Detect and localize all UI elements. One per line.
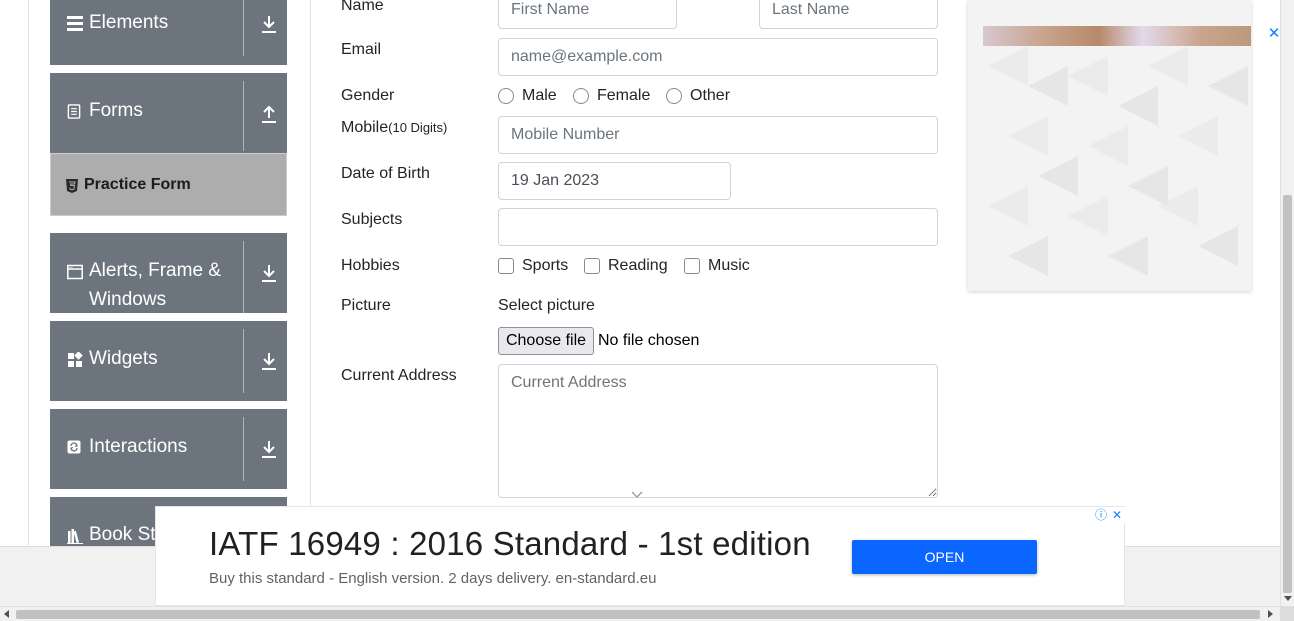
books-icon <box>67 529 83 544</box>
scrollbar-thumb[interactable] <box>1283 195 1292 593</box>
list-icon <box>67 16 83 31</box>
download-arrow-icon <box>262 265 276 282</box>
content-divider <box>310 0 311 506</box>
subjects-input[interactable] <box>498 208 938 246</box>
radio-label: Female <box>597 87 651 104</box>
sidebar-group-label: Elements <box>89 12 169 33</box>
sidebar-group-alerts-frame-windows[interactable]: Alerts, Frame & Windows <box>50 233 287 313</box>
sidebar-group-interactions[interactable]: Interactions <box>50 409 287 489</box>
horizontal-scrollbar[interactable] <box>0 606 1280 621</box>
dob-label: Date of Birth <box>341 165 430 182</box>
gender-radio-other[interactable]: Other <box>666 85 730 107</box>
vertical-scrollbar[interactable] <box>1280 0 1294 606</box>
info-icon[interactable]: ⓘ <box>1093 507 1109 523</box>
sidebar-group-label: Widgets <box>89 348 158 369</box>
interactions-icon <box>67 440 81 454</box>
ad-open-button[interactable]: OPEN <box>852 540 1037 574</box>
subjects-label: Subjects <box>341 211 403 228</box>
radio-label: Other <box>690 87 731 104</box>
gender-label: Gender <box>341 87 395 104</box>
scroll-down-arrow-icon[interactable] <box>1284 596 1292 601</box>
download-arrow-icon <box>262 16 276 33</box>
download-arrow-icon <box>262 353 276 370</box>
chevron-down-icon <box>631 491 643 498</box>
ad-pattern <box>988 46 1248 276</box>
hobby-checkbox-music[interactable]: Music <box>684 255 750 277</box>
divider <box>243 417 244 481</box>
mobile-hint: (10 Digits) <box>388 120 448 135</box>
mobile-label-text: Mobile <box>341 119 389 136</box>
scroll-left-arrow-icon[interactable] <box>4 610 9 618</box>
ad-image <box>983 26 1251 46</box>
email-input[interactable] <box>498 38 938 76</box>
address-label: Current Address <box>341 367 457 384</box>
checkbox-box[interactable] <box>684 258 700 274</box>
left-divider <box>28 0 29 546</box>
checkbox-label: Music <box>708 257 750 274</box>
sidebar-item-practice-form[interactable]: Practice Form <box>50 153 287 216</box>
checkbox-box[interactable] <box>498 258 514 274</box>
close-icon[interactable]: ✕ <box>1109 507 1125 523</box>
radio-circle[interactable] <box>573 88 589 104</box>
file-status: No file chosen <box>598 332 700 349</box>
bottom-advertisement[interactable]: IATF 16949 : 2016 Standard - 1st edition… <box>155 506 1125 606</box>
sidebar-group-widgets[interactable]: Widgets <box>50 321 287 401</box>
sidebar-item-label: Practice Form <box>84 176 191 193</box>
ad-headline[interactable]: IATF 16949 : 2016 Standard - 1st edition <box>209 524 811 564</box>
name-label: Name <box>341 0 384 14</box>
html5-icon <box>66 179 78 193</box>
scrollbar-thumb[interactable] <box>16 610 1260 619</box>
download-arrow-icon <box>262 441 276 458</box>
sidebar-group-forms[interactable]: Forms <box>50 73 287 153</box>
hobby-checkbox-reading[interactable]: Reading <box>584 255 668 277</box>
scrollbar-corner <box>1280 606 1294 621</box>
sidebar-group-label: Forms <box>89 100 143 121</box>
gender-radio-male[interactable]: Male <box>498 85 557 107</box>
window-icon <box>67 264 83 280</box>
mobile-input[interactable] <box>498 116 938 154</box>
email-label: Email <box>341 41 382 58</box>
radio-circle[interactable] <box>666 88 682 104</box>
select-picture-label: Select picture <box>498 297 595 314</box>
radio-label: Male <box>522 87 557 104</box>
side-advertisement[interactable] <box>968 0 1251 291</box>
picture-label: Picture <box>341 297 391 314</box>
checkbox-label: Reading <box>608 257 668 274</box>
divider <box>243 0 244 56</box>
divider <box>243 241 244 313</box>
scroll-right-arrow-icon[interactable] <box>1268 610 1273 618</box>
sidebar-group-elements[interactable]: Elements <box>50 0 287 65</box>
sidebar-group-label: Alerts, Frame & <box>89 260 221 281</box>
divider <box>243 81 244 151</box>
checkbox-box[interactable] <box>584 258 600 274</box>
checkbox-label: Sports <box>522 257 569 274</box>
current-address-input[interactable] <box>498 364 938 498</box>
widgets-icon <box>68 352 83 367</box>
upload-arrow-icon <box>262 105 276 123</box>
first-name-input[interactable] <box>498 0 677 29</box>
divider <box>243 329 244 393</box>
mobile-label: Mobile(10 Digits) <box>341 117 447 139</box>
sidebar-group-label: Interactions <box>89 436 188 457</box>
ad-badges: ⓘ ✕ <box>1093 507 1125 523</box>
dob-input[interactable]: 19 Jan 2023 <box>498 162 731 200</box>
ad-subline[interactable]: Buy this standard - English version. 2 d… <box>209 569 656 589</box>
last-name-input[interactable] <box>759 0 938 29</box>
sidebar-group-label-line2: Windows <box>89 289 167 310</box>
choose-file-button[interactable]: Choose file <box>498 327 594 355</box>
document-icon <box>67 104 81 119</box>
radio-circle[interactable] <box>498 88 514 104</box>
hobby-checkbox-sports[interactable]: Sports <box>498 255 568 277</box>
hobbies-label: Hobbies <box>341 257 400 274</box>
gender-radio-female[interactable]: Female <box>573 85 650 107</box>
sidebar-group-label: Book St <box>89 524 156 545</box>
